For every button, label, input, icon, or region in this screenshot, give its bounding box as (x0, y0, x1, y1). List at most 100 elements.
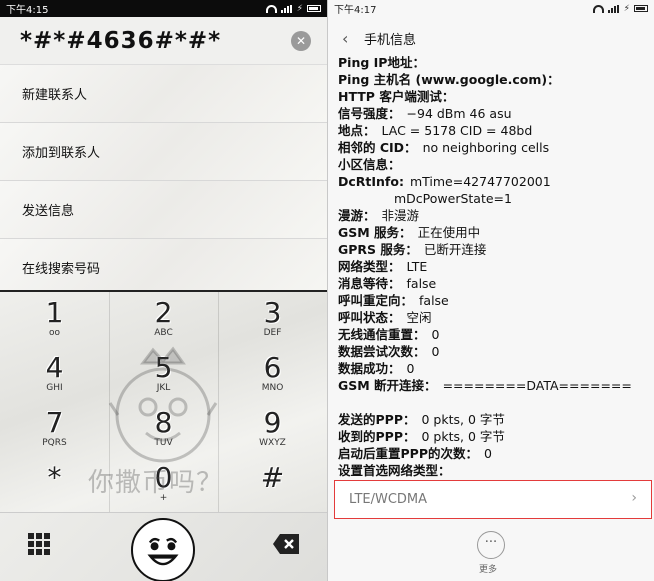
info-label: DcRtInfo: (338, 174, 404, 189)
info-label: 发送的PPP： (338, 412, 416, 427)
status-time: 下午4:15 (6, 5, 49, 16)
info-value: LTE (406, 259, 428, 274)
dialer-screen: 下午4:15 ⚡ *#*#4636#*#* ✕ 新建联系人 添加到联系人 发送信… (0, 0, 327, 581)
key-4[interactable]: 4 GHI (0, 347, 109, 402)
key-letters: JKL (156, 383, 171, 393)
info-row: GPRS 服务： 已断开连接 (338, 241, 650, 258)
signal-icon (607, 4, 620, 13)
wifi-icon (265, 4, 277, 13)
info-row: 呼叫状态： 空闲 (338, 309, 650, 326)
key-9[interactable]: 9 WXYZ (218, 402, 327, 457)
info-value: 已断开连接 (423, 242, 487, 257)
info-row: 相邻的 CID： no neighboring cells (338, 139, 650, 156)
battery-icon (634, 5, 648, 12)
menu-item-add-to-contact[interactable]: 添加到联系人 (0, 123, 327, 181)
status-time: 下午4:17 (334, 5, 377, 16)
info-value: false (406, 276, 437, 291)
charging-icon: ⚡ (623, 3, 630, 14)
key-pound[interactable]: # (218, 457, 327, 512)
info-label: 消息等待： (338, 276, 401, 291)
backspace-icon[interactable] (272, 533, 300, 555)
key-letters: PQRS (42, 438, 67, 448)
key-1[interactable]: 1 oo (0, 292, 109, 347)
info-value: mTime=42747702001 (409, 174, 551, 189)
signal-icon (280, 4, 293, 13)
key-letters: WXYZ (259, 438, 286, 448)
key-letters: DEF (263, 328, 282, 338)
info-label: GPRS 服务： (338, 242, 418, 257)
info-value: 非漫游 (381, 208, 420, 223)
info-row: 设置首选网络类型： (338, 462, 650, 479)
key-3[interactable]: 3 DEF (218, 292, 327, 347)
key-digit: 2 (154, 296, 173, 329)
key-digit: 7 (45, 406, 64, 439)
dialed-number[interactable]: *#*#4636#*#* (20, 28, 221, 54)
info-row: Ping IP地址： (338, 54, 650, 71)
info-row: 数据成功： 0 (338, 360, 650, 377)
menu-item-search-number-online[interactable]: 在线搜索号码 (0, 239, 327, 297)
back-chevron-icon[interactable]: ‹ (342, 29, 362, 48)
key-6[interactable]: 6 MNO (218, 347, 327, 402)
dialpad-toggle-icon[interactable] (28, 533, 50, 555)
key-star[interactable]: * (0, 457, 109, 512)
info-value: LAC = 5178 CID = 48bd (381, 123, 533, 138)
info-label: Ping IP地址： (338, 55, 425, 70)
dial-number-row: *#*#4636#*#* ✕ (0, 17, 327, 65)
phone-info-list: Ping IP地址： Ping 主机名 (www.google.com)： HT… (338, 54, 650, 479)
info-value: no neighboring cells (422, 140, 550, 155)
info-value: ========DATA======= (442, 378, 632, 393)
key-digit: * (47, 461, 62, 494)
info-row: DcRtInfo: mTime=42747702001 (338, 173, 650, 190)
key-0[interactable]: 0 + (109, 457, 218, 512)
more-dots-icon: ··· (484, 535, 498, 550)
wifi-icon (592, 4, 604, 13)
info-label: 地点： (338, 123, 376, 138)
status-bar: 下午4:15 ⚡ (0, 0, 327, 17)
key-2[interactable]: 2 ABC (109, 292, 218, 347)
rage-face-icon (147, 537, 179, 566)
key-7[interactable]: 7 PQRS (0, 402, 109, 457)
info-label: 呼叫重定向： (338, 293, 414, 308)
phone-info-screen: 下午4:17 ⚡ ‹ 手机信息 Ping IP地址： Ping 主机名 (www… (327, 0, 654, 581)
info-label: 收到的PPP： (338, 429, 416, 444)
info-row: 信号强度： −94 dBm 46 asu (338, 105, 650, 122)
chevron-right-icon: › (631, 490, 637, 506)
menu-item-send-message[interactable]: 发送信息 (0, 181, 327, 239)
status-bar: 下午4:17 ⚡ (328, 0, 654, 17)
call-button[interactable] (131, 518, 195, 581)
key-digit: 6 (263, 351, 282, 384)
info-value: −94 dBm 46 asu (406, 106, 512, 121)
info-label: 启动后重置PPP的次数： (338, 446, 478, 461)
key-letters: MNO (261, 383, 284, 393)
info-label: 数据成功： (338, 361, 401, 376)
charging-icon: ⚡ (296, 3, 303, 14)
info-label: 网络类型： (338, 259, 401, 274)
key-digit: 0 (154, 461, 173, 494)
info-row: 网络类型： LTE (338, 258, 650, 275)
info-row: 呼叫重定向： false (338, 292, 650, 309)
info-label: 信号强度： (338, 106, 401, 121)
battery-icon (307, 5, 321, 12)
clear-icon[interactable]: ✕ (291, 30, 311, 51)
key-digit: # (260, 461, 285, 494)
info-row: HTTP 客户端测试： (338, 88, 650, 105)
info-row: 小区信息： (338, 156, 650, 173)
key-digit: 8 (154, 406, 173, 439)
menu-item-new-contact[interactable]: 新建联系人 (0, 65, 327, 123)
info-label: 数据尝试次数： (338, 344, 426, 359)
key-5[interactable]: 5 JKL (109, 347, 218, 402)
info-value: false (419, 293, 449, 308)
info-label: 无线通信重置： (338, 327, 426, 342)
key-digit: 5 (154, 351, 173, 384)
more-label: 更多 (479, 565, 498, 575)
more-button[interactable]: ··· (477, 531, 505, 559)
key-8[interactable]: 8 TUV (109, 402, 218, 457)
info-value: 空闲 (406, 310, 432, 325)
info-label: 设置首选网络类型： (338, 463, 451, 478)
key-digit: 9 (263, 406, 282, 439)
preferred-network-select[interactable]: LTE/WCDMA › (334, 480, 652, 519)
info-value: 0 (431, 344, 440, 359)
info-row: 漫游： 非漫游 (338, 207, 650, 224)
info-label: GSM 断开连接： (338, 378, 437, 393)
